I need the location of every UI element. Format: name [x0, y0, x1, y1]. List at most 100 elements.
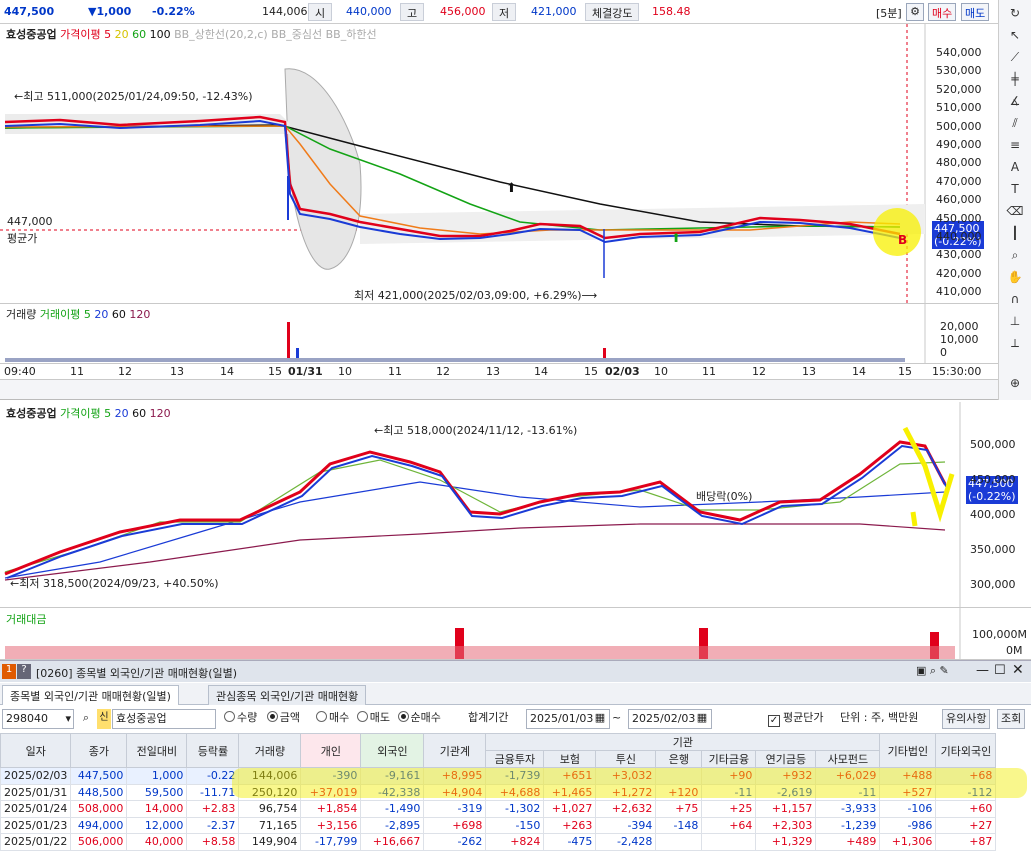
search-icon[interactable]: ⌕: [78, 709, 94, 729]
volume-chart[interactable]: 거래량 거래이평 5 20 60 120 20,000 10,000 0: [0, 304, 998, 364]
trading-amount-chart[interactable]: 거래대금 100,000M 0M: [0, 608, 1031, 660]
table-cell: +932: [755, 767, 817, 785]
change-rate: -0.22%: [152, 5, 195, 18]
minimize-icon[interactable]: —: [976, 663, 989, 678]
stock-name-field[interactable]: 효성중공업: [112, 709, 216, 729]
col-close[interactable]: 종가: [70, 733, 128, 768]
table-cell: 2025/01/22: [0, 833, 72, 851]
ruler-icon[interactable]: ⟂: [1006, 334, 1024, 352]
filter-bar: 298040 ▾ ⌕ 신 효성중공업 수량 금액 매수 매도 순매수 합계기간 2…: [0, 706, 1031, 732]
col-pension[interactable]: 연기금등: [755, 750, 817, 768]
col-insurance[interactable]: 보험: [543, 750, 597, 768]
pin-icon[interactable]: ⊥: [1006, 312, 1024, 330]
intraday-price-chart[interactable]: 효성중공업 가격이평 5 20 60 100 BB_상한선(20,2,c) BB…: [0, 24, 998, 304]
avg-checkbox[interactable]: ✓: [768, 715, 780, 727]
table-row[interactable]: 2025/02/03 447,500 1,000 -0.22 144,006 -390 -9…: [0, 767, 997, 785]
col-other-corp[interactable]: 기타법인: [879, 733, 937, 768]
query-button[interactable]: 조회: [997, 709, 1026, 729]
close-icon[interactable]: ✕: [1012, 662, 1024, 678]
col-individual[interactable]: 개인: [300, 733, 362, 768]
buy-radio[interactable]: [316, 711, 327, 722]
col-other-fin[interactable]: 기타금융: [701, 750, 757, 768]
table-cell: 96,754: [238, 800, 302, 818]
calendar-from-icon[interactable]: ▦: [592, 709, 608, 729]
sell-radio[interactable]: [356, 711, 368, 722]
col-other-foreign[interactable]: 기타외국인: [935, 733, 997, 768]
x-tick-4: 14: [220, 365, 234, 378]
tab-daily-flow[interactable]: 종목별 외국인/기관 매매현황(일별): [2, 685, 179, 705]
eraser-icon[interactable]: ⌫: [1006, 202, 1024, 220]
unit-label: 단위 : 주, 백만원: [840, 711, 919, 724]
table-cell: 2025/02/03: [0, 767, 72, 785]
candle-icon[interactable]: ┃: [1006, 224, 1024, 242]
table-cell: +1,329: [755, 833, 817, 851]
zoom-in-icon[interactable]: ⊕: [1006, 374, 1024, 392]
angle-icon[interactable]: ∡: [1006, 92, 1024, 110]
col-private-fund[interactable]: 사모펀드: [815, 750, 881, 768]
table-cell: -0.22: [186, 767, 240, 785]
open-value: 440,000: [346, 5, 392, 18]
net-radio[interactable]: [397, 711, 409, 722]
col-volume[interactable]: 거래량: [238, 733, 302, 768]
zoom-icon[interactable]: ⌕: [1006, 246, 1024, 264]
col-change[interactable]: 전일대비: [126, 733, 188, 768]
unit-radios: 수량 금액: [224, 709, 300, 729]
col-bank[interactable]: 은행: [655, 750, 703, 768]
table-cell: +4,688: [485, 783, 545, 801]
code-dropdown-icon[interactable]: ▾: [65, 710, 71, 728]
sell-button[interactable]: 매도: [961, 3, 990, 21]
table-cell: 2025/01/23: [0, 816, 72, 834]
intraday-y-tick-0: 540,000: [936, 46, 982, 59]
col-fin-invest[interactable]: 금융투자: [485, 750, 545, 768]
hand-icon[interactable]: ✋: [1006, 268, 1024, 286]
window-tool-icons[interactable]: ▣ ⌕ ✎: [916, 664, 949, 678]
daily-high-note: ←최고 518,000(2024/11/12, -13.61%): [374, 424, 578, 437]
table-cell: 1,000: [126, 767, 188, 785]
table-row[interactable]: 2025/01/24 508,000 14,000 +2.83 96,754 +1,854…: [0, 800, 997, 818]
x-tick-17: 13: [802, 365, 816, 378]
notice-button[interactable]: 유의사항: [942, 709, 991, 729]
trendline-icon[interactable]: ⟋: [1006, 48, 1024, 66]
table-row[interactable]: 2025/01/22 506,000 40,000 +8.58 149,904 -17,7…: [0, 833, 997, 851]
table-cell: +25: [701, 800, 757, 818]
col-rate[interactable]: 등락률: [186, 733, 240, 768]
fibo-icon[interactable]: ≡: [1006, 136, 1024, 154]
chart-scrollbar[interactable]: [0, 380, 998, 400]
col-institution-total[interactable]: 기관계: [423, 733, 487, 768]
magnet-icon[interactable]: ∩: [1006, 290, 1024, 308]
refresh-icon[interactable]: ↻: [1006, 4, 1024, 22]
table-cell: +87: [935, 833, 997, 851]
col-date[interactable]: 일자: [0, 733, 72, 768]
calendar-to-icon[interactable]: ▦: [694, 709, 710, 729]
channel-icon[interactable]: ⫽: [1006, 114, 1024, 132]
table-cell: +489: [815, 833, 881, 851]
table-cell: -1,490: [360, 800, 425, 818]
table-cell: +3,156: [300, 816, 362, 834]
text-icon[interactable]: T: [1006, 180, 1024, 198]
intraday-y-tick-6: 480,000: [936, 156, 982, 170]
table-row[interactable]: 2025/01/31 448,500 59,500 -11.71 250,120 +37,…: [0, 783, 997, 801]
daily-price-chart[interactable]: 효성중공업 가격이평 5 20 60 120 ←최고 518,000(2024/…: [0, 402, 1031, 608]
hline-icon[interactable]: ╪: [1006, 70, 1024, 88]
period-label[interactable]: [5분]: [876, 5, 902, 21]
qty-radio[interactable]: [224, 711, 235, 722]
col-trust[interactable]: 투신: [595, 750, 657, 768]
auto-icon[interactable]: A: [1006, 158, 1024, 176]
tab-watchlist-flow[interactable]: 관심종목 외국인/기관 매매현황: [208, 685, 367, 705]
col-foreign[interactable]: 외국인: [360, 733, 425, 768]
window-number-icon[interactable]: 1: [2, 664, 16, 679]
table-row[interactable]: 2025/01/23 494,000 12,000 -2.37 71,165 +3,156…: [0, 816, 997, 834]
cursor-icon[interactable]: ↖: [1006, 26, 1024, 44]
table-cell: 447,500: [70, 767, 128, 785]
help-icon[interactable]: ?: [17, 664, 31, 679]
table-cell: +64: [701, 816, 757, 834]
avg-price-toggle[interactable]: ✓ 평균단가: [768, 709, 823, 729]
maximize-icon[interactable]: ☐: [994, 663, 1006, 678]
table-cell: +2,303: [755, 816, 817, 834]
table-cell: [655, 833, 703, 851]
gear-icon[interactable]: ⚙: [906, 3, 924, 21]
stock-code-input[interactable]: 298040 ▾: [2, 709, 74, 729]
svg-text:B: B: [898, 233, 907, 247]
buy-button[interactable]: 매수: [928, 3, 957, 21]
amount-radio[interactable]: [266, 711, 278, 722]
